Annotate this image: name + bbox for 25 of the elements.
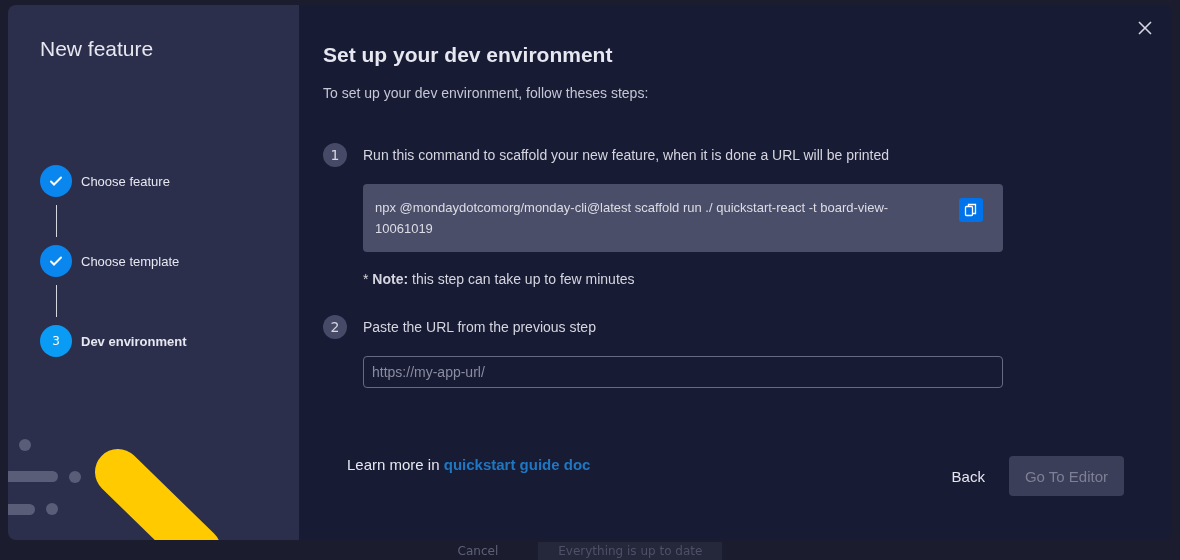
step-label: Choose template (81, 253, 180, 269)
step-number-badge: 1 (323, 143, 347, 167)
cancel-button[interactable]: Cancel (457, 543, 499, 558)
step-label: Choose feature (81, 173, 170, 189)
checkmark-icon (49, 254, 63, 268)
guide-link[interactable]: quickstart guide doc (443, 455, 591, 473)
step-connector (56, 205, 57, 237)
checkmark-icon (49, 174, 63, 188)
step-connector (56, 285, 57, 317)
learn-more-text: Learn more in quickstart guide doc (347, 455, 591, 473)
dialog-title: Set up your dev environment (323, 43, 614, 67)
back-button[interactable]: Back (935, 456, 1001, 496)
close-icon[interactable] (1136, 19, 1154, 37)
step-number-badge: 2 (323, 315, 347, 339)
step-number: 3 (52, 334, 60, 348)
instruction-text: Run this command to scaffold your new feature, when it is done a URL will be printed (363, 147, 890, 163)
instruction-text: Paste the URL from the previous step (363, 319, 596, 335)
note-text: *Note: this step can take up to few minutes (363, 271, 636, 287)
copy-icon (964, 203, 978, 217)
url-input-field[interactable]: https://my-app-url/ (363, 356, 1003, 388)
copy-button[interactable] (959, 198, 983, 222)
step-label: Dev environment (81, 333, 187, 349)
command-text: npx @mondaydotcomorg/monday-cli@latest scaffold run ./ quickstart-react -t board-view-10061019 (375, 200, 889, 236)
dialog-subtitle: To set up your dev environment, follow theses steps: (323, 85, 650, 101)
sidebar-title: New feature (40, 37, 155, 61)
